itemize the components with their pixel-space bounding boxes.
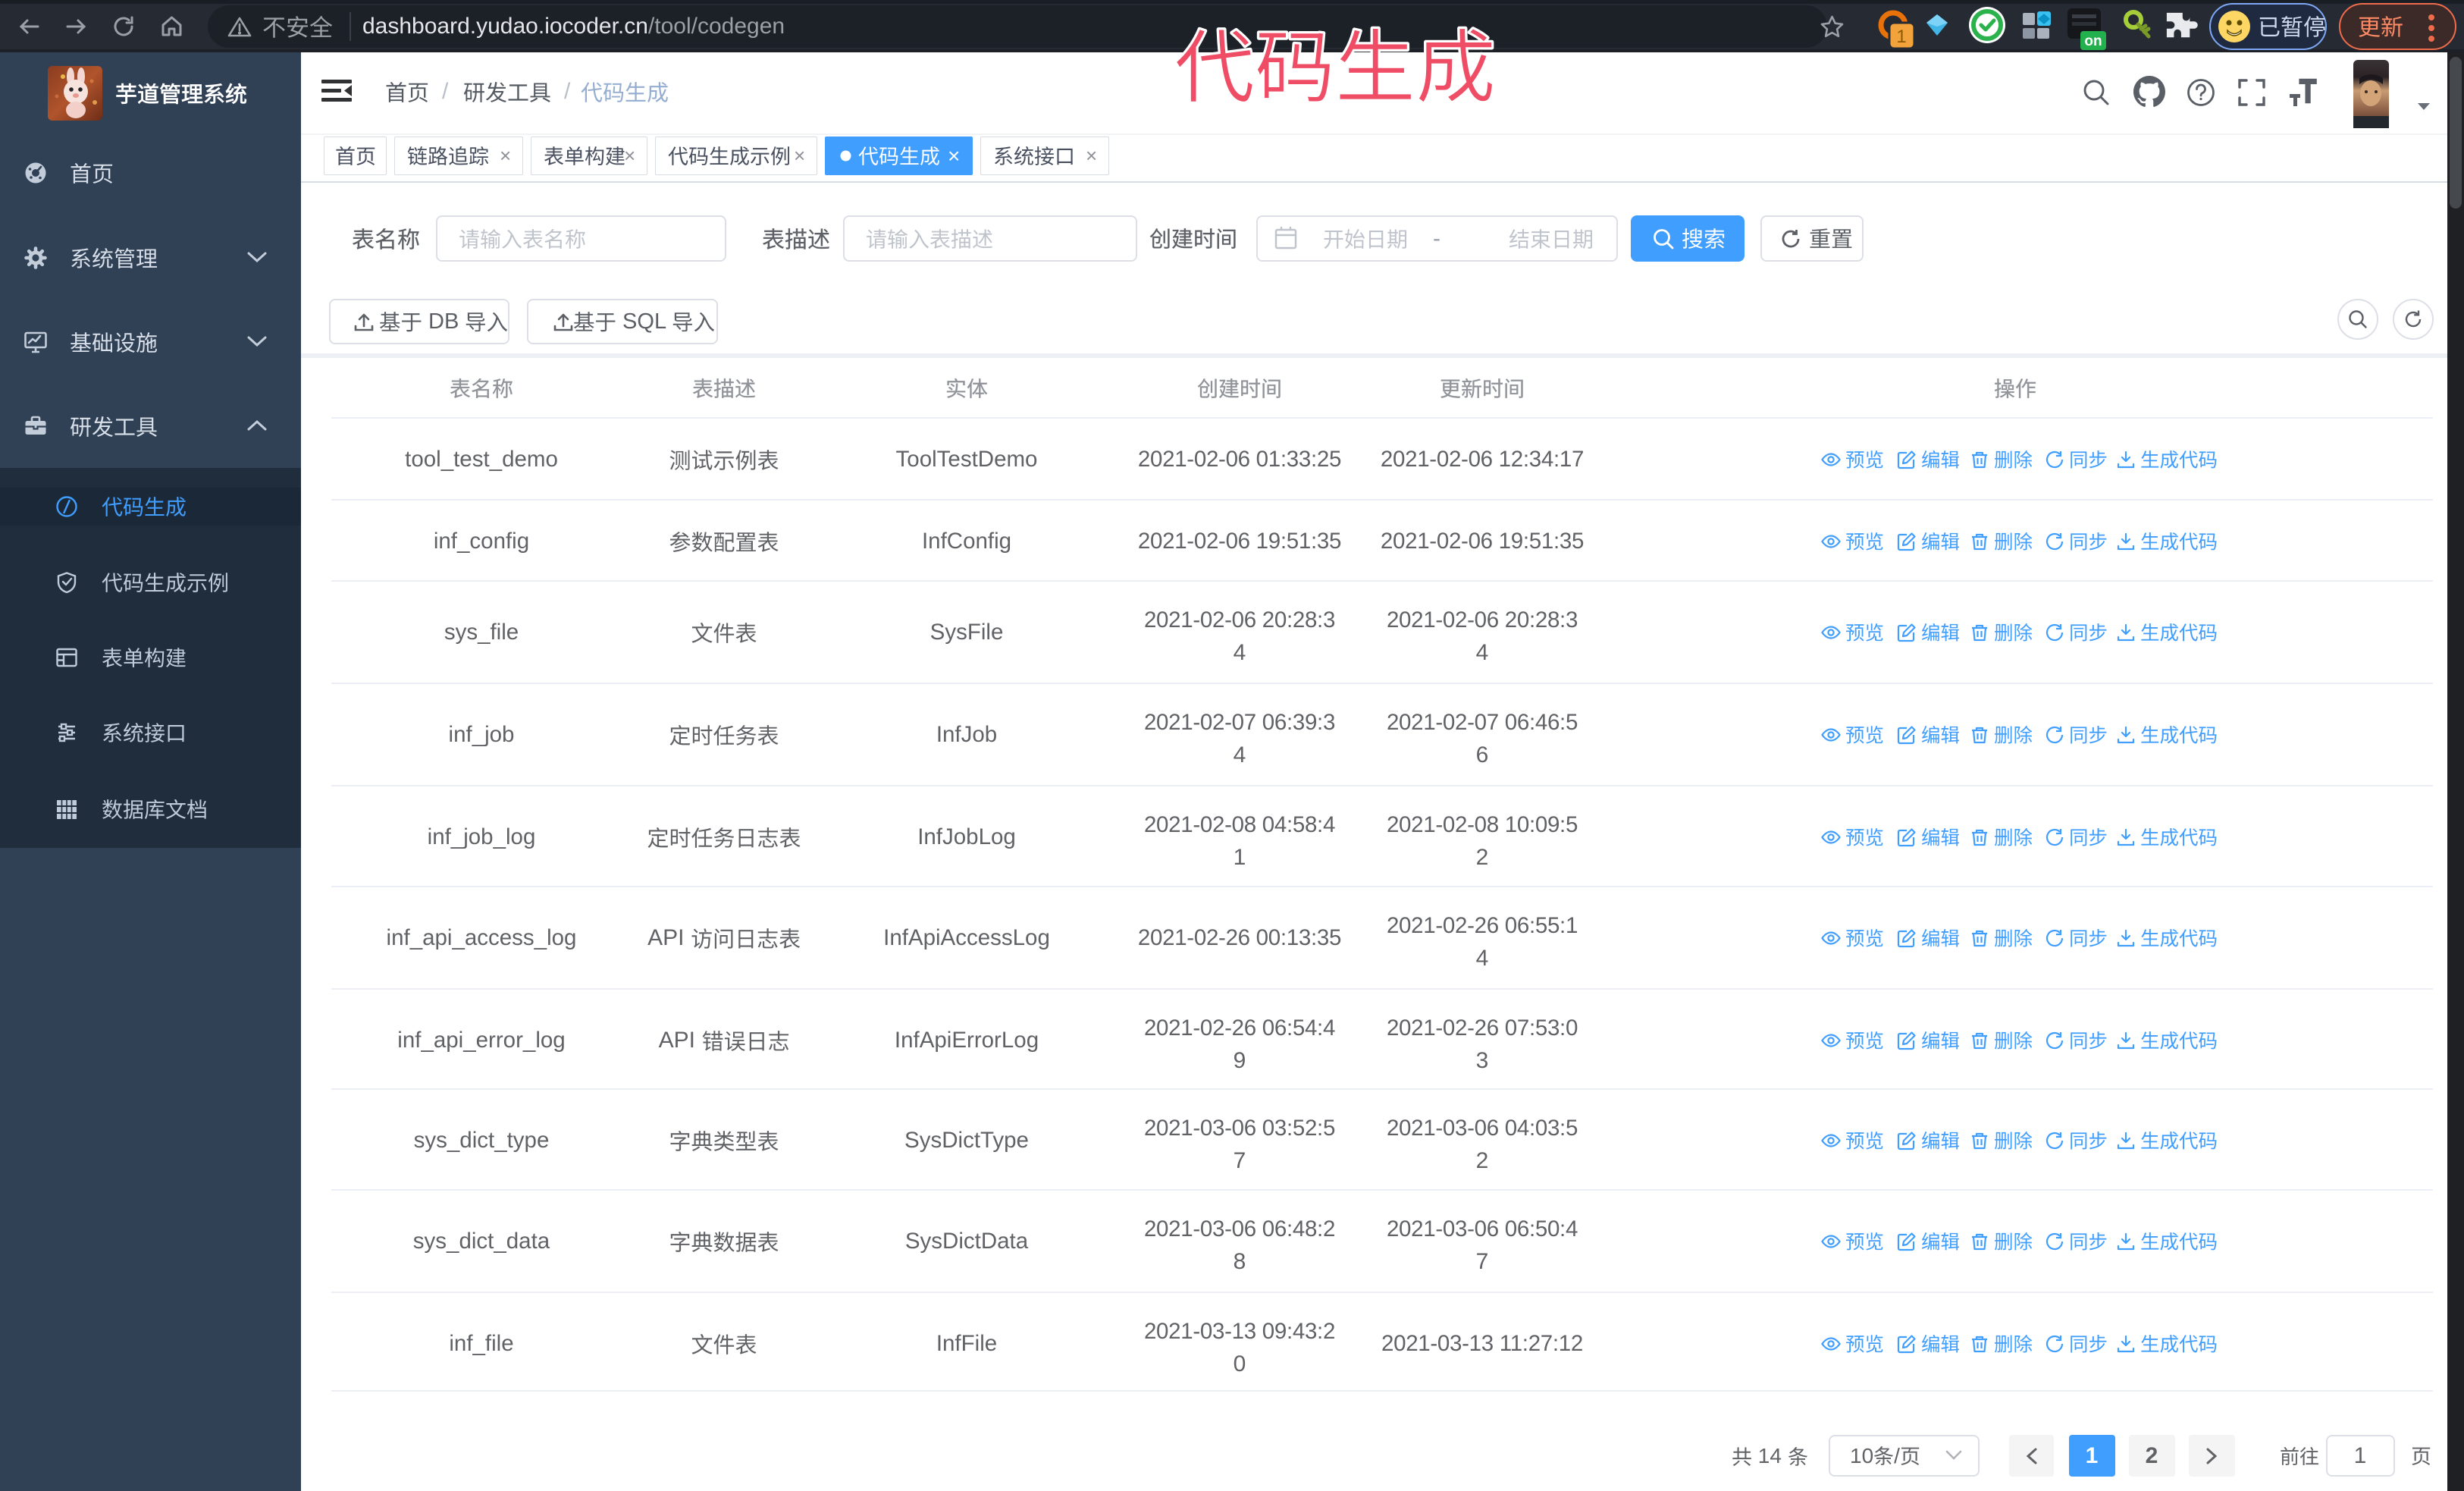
svg-text:1: 1 — [1896, 27, 1906, 47]
svg-text:on: on — [2084, 33, 2102, 49]
